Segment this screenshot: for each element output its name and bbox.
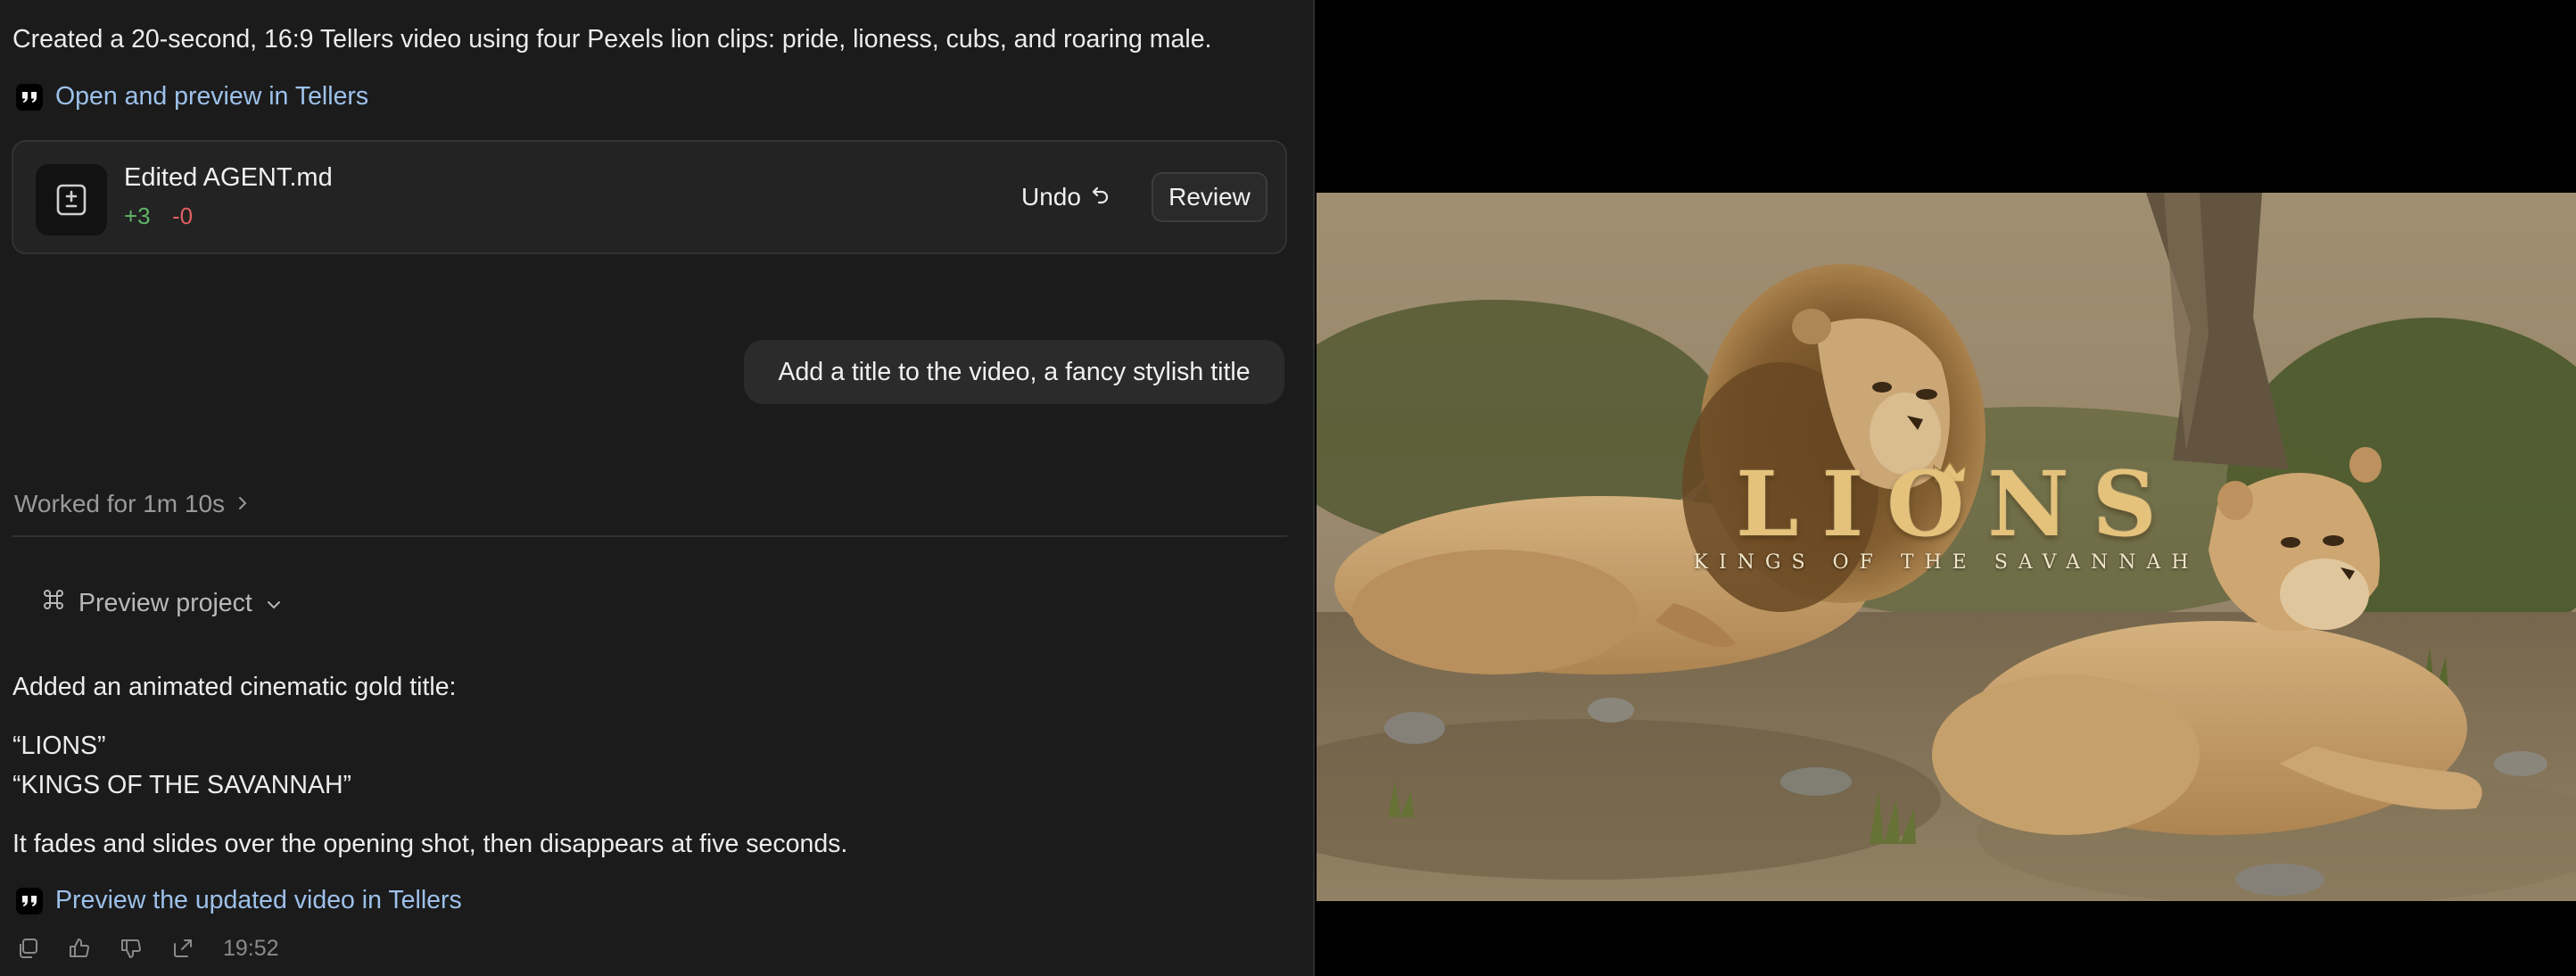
diff-file-icon: [36, 164, 107, 236]
message-timestamp: 19:52: [223, 935, 279, 961]
response-line-2: It fades and slides over the opening sho…: [12, 830, 848, 858]
video-frame[interactable]: LIONS KINGS OF THE SAVANNAH: [1317, 193, 2576, 901]
undo-button-label: Undo: [1021, 183, 1081, 211]
chevron-right-icon: [235, 490, 250, 518]
review-button[interactable]: Review: [1152, 172, 1267, 222]
chevron-down-icon: [265, 589, 283, 618]
video-preview-panel[interactable]: LIONS KINGS OF THE SAVANNAH: [1317, 0, 2576, 976]
response-line-1: Added an animated cinematic gold title:: [12, 673, 457, 701]
share-icon[interactable]: [169, 935, 196, 962]
preview-updated-link[interactable]: Preview the updated video in Tellers: [16, 886, 462, 915]
open-tellers-link[interactable]: Open and preview in Tellers: [16, 82, 368, 112]
edited-file-card: Edited AGENT.md +3 -0 Undo Review: [12, 140, 1287, 254]
additions-count: +3: [124, 203, 151, 229]
preview-project-dropdown[interactable]: Preview project: [41, 587, 283, 619]
video-title-overlay: LIONS KINGS OF THE SAVANNAH: [1317, 451, 2576, 574]
command-key-icon: [41, 587, 66, 619]
copy-icon[interactable]: [14, 935, 41, 962]
divider: [12, 535, 1287, 537]
undo-button[interactable]: Undo: [1021, 172, 1111, 222]
thumbs-down-icon[interactable]: [118, 935, 144, 962]
open-tellers-link-label[interactable]: Open and preview in Tellers: [55, 82, 368, 112]
quote-icon: [16, 887, 43, 914]
video-title: LIONS: [1736, 451, 2180, 557]
video-subtitle: KINGS OF THE SAVANNAH: [1693, 551, 2200, 574]
app-window: Created a 20-second, 16:9 Tellers video …: [0, 0, 2576, 976]
response-quote-title: “LIONS”: [12, 732, 106, 760]
chat-panel: Created a 20-second, 16:9 Tellers video …: [0, 0, 1315, 976]
undo-icon: [1090, 183, 1111, 211]
worked-duration-toggle[interactable]: Worked for 1m 10s: [14, 490, 250, 518]
message-actions: 19:52: [14, 935, 279, 962]
quote-icon: [16, 83, 43, 111]
user-message-bubble: Add a title to the video, a fancy stylis…: [744, 340, 1284, 404]
worked-duration-label: Worked for 1m 10s: [14, 490, 226, 517]
preview-updated-link-label[interactable]: Preview the updated video in Tellers: [55, 886, 462, 915]
deletions-count: -0: [172, 203, 194, 229]
thumbs-up-icon[interactable]: [66, 935, 93, 962]
summary-text: Created a 20-second, 16:9 Tellers video …: [12, 25, 1212, 54]
preview-project-label: Preview project: [78, 588, 252, 617]
response-quote-subtitle: “KINGS OF THE SAVANNAH”: [12, 771, 352, 799]
edited-file-name: Edited AGENT.md: [124, 163, 333, 192]
